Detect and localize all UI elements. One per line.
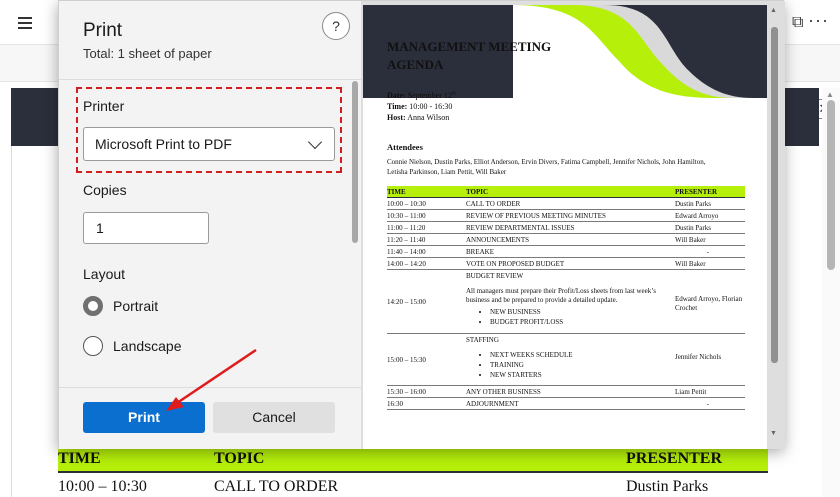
copies-label: Copies [83,182,127,198]
scroll-up-icon[interactable]: ▲ [826,90,834,99]
preview-attendees: Connie Nielson, Dustin Parks, Elliot And… [387,158,706,176]
preview-table-row: 11:20 – 11:40 ANNOUNCEMENTS Will Baker [387,234,745,246]
preview-cell-time: 14:20 – 15:00 [387,298,426,306]
preview-page: MANAGEMENT MEETING AGENDA Date: Septembe… [363,5,767,449]
preview-table-row: 11:00 – 11:20 REVIEW DEPARTMENTAL ISSUES D… [387,222,745,234]
preview-cell-presenter: - [706,400,709,408]
preview-scrollbar-thumb[interactable] [771,27,778,363]
preview-time: Time: 10:00 - 16:30 [387,102,453,111]
printer-select[interactable]: Microsoft Print to PDF [83,127,335,161]
preview-scroll-down-icon[interactable]: ▼ [770,430,777,437]
preview-cell-time: 11:00 – 11:20 [387,224,426,232]
preview-cell-presenter: Dustin Parks [675,224,711,232]
preview-cell-topic: REVIEW DEPARTMENTAL ISSUES [466,224,575,232]
preview-scroll-up-icon[interactable]: ▲ [770,7,777,14]
preview-bullet: NEW BUSINESS [490,307,671,317]
settings-scrollbar-thumb[interactable] [352,81,358,243]
landscape-radio[interactable] [83,336,103,356]
preview-title-line1: MANAGEMENT MEETING [387,39,552,54]
page-scrollbar[interactable]: ▲ [822,88,840,497]
print-preview: MANAGEMENT MEETING AGENDA Date: Septembe… [361,1,785,449]
page-scrollbar-thumb[interactable] [827,100,835,270]
more-icon[interactable]: ··· [808,10,829,31]
preview-cell-presenter: Edward Arroyo, Florian Crochet [675,295,743,312]
preview-table-row: 14:00 – 14:20 VOTE ON PROPOSED BUDGET Will… [387,258,745,270]
preview-title: MANAGEMENT MEETING AGENDA [387,38,587,74]
preview-table-row: 11:40 – 14:00 BREAKE - [387,246,745,258]
preview-cell-presenter: Will Baker [675,260,706,268]
preview-host: Host: Anna Wilson [387,113,450,122]
chevron-down-icon [307,134,323,150]
printer-select-value: Microsoft Print to PDF [95,136,232,152]
portrait-radio[interactable] [83,296,103,316]
preview-cell-presenter: Edward Arroyo [675,212,719,220]
preview-table-row: 14:20 – 15:00 BUDGET REVIEW All managers m… [387,270,745,334]
bg-header-topic: TOPIC [214,450,265,467]
preview-table-row: 15:30 – 16:00 ANY OTHER BUSINESS Liam Pett… [387,386,745,398]
preview-date: Date: September 12th [387,91,456,100]
preview-cell-time: 14:00 – 14:20 [387,260,426,268]
preview-table-header: TIME TOPIC PRESENTER [387,186,745,198]
preview-cell-topic: BREAKE [466,248,494,256]
preview-cell-topic: VOTE ON PROPOSED BUDGET [466,260,565,268]
preview-table-row: 10:30 – 11:00 REVIEW OF PREVIOUS MEETING … [387,210,745,222]
preview-cell-time: 15:30 – 16:00 [387,388,426,396]
preview-cell-topic: STAFFINGNEXT WEEKS SCHEDULETRAININGNEW S… [466,336,671,380]
list-icon[interactable] [18,17,34,29]
preview-cell-topic: REVIEW OF PREVIOUS MEETING MINUTES [466,212,606,220]
bg-cell-topic: CALL TO ORDER [214,478,339,495]
preview-cell-presenter: Liam Pettit [675,388,707,396]
preview-header-time: TIME [387,188,406,196]
divider [59,79,361,80]
printer-label: Printer [83,98,125,114]
preview-cell-time: 16:30 [387,400,403,408]
bg-header-presenter: PRESENTER [626,450,723,467]
bg-header-time: TIME [58,450,101,467]
preview-cell-presenter: Will Baker [675,236,706,244]
preview-cell-topic: ANY OTHER BUSINESS [466,388,541,396]
preview-cell-time: 11:40 – 14:00 [387,248,426,256]
bg-cell-time: 10:00 – 10:30 [58,478,147,495]
preview-cell-presenter: Dustin Parks [675,200,711,208]
dialog-title: Print [83,20,123,41]
preview-bullet: NEXT WEEKS SCHEDULE [490,350,671,360]
preview-attendees-heading: Attendees [387,142,423,152]
preview-bullet: BUDGET PROFIT/LOSS [490,317,671,327]
preview-table-row: 16:30 ADJOURNMENT - [387,398,745,410]
preview-title-line2: AGENDA [387,57,444,72]
preview-cell-time: 10:30 – 11:00 [387,212,426,220]
bg-cell-presenter: Dustin Parks [626,478,709,495]
preview-cell-topic: ANNOUNCEMENTS [466,236,529,244]
preview-cell-topic: ADJOURNMENT [466,400,519,408]
background-table-header: TIME TOPIC PRESENTER [58,449,768,473]
preview-cell-presenter: - [706,248,709,256]
preview-table-row: 10:00 – 10:30 CALL TO ORDER Dustin Parks [387,198,745,210]
preview-cell-time: 10:00 – 10:30 [387,200,426,208]
preview-cell-note: All managers must prepare their Profit/L… [466,287,656,304]
preview-cell-presenter: Jennifer Nichols [675,353,722,361]
help-button[interactable]: ? [322,12,350,40]
preview-table-row: 15:00 – 15:30 STAFFINGNEXT WEEKS SCHEDULE… [387,334,745,386]
dialog-subtitle: Total: 1 sheet of paper [83,46,212,61]
preview-header-topic: TOPIC [466,188,489,196]
preview-bullet: TRAINING [490,360,671,370]
preview-header-presenter: PRESENTER [675,188,718,196]
portrait-label[interactable]: Portrait [113,298,158,314]
annotation-arrow-icon [166,348,257,411]
preview-agenda-table: TIME TOPIC PRESENTER 10:00 – 10:30 CALL T… [387,186,745,410]
preview-bullet: NEW STARTERS [490,370,671,380]
preview-cell-topic: BUDGET REVIEW All managers must prepare t… [466,272,671,327]
preview-cell-time: 15:00 – 15:30 [387,356,426,364]
layout-label: Layout [83,266,126,282]
puzzle-icon[interactable]: ⧉ [792,14,803,32]
copies-input[interactable]: 1 [83,212,209,244]
preview-cell-time: 11:20 – 11:40 [387,236,426,244]
preview-cell-topic: CALL TO ORDER [466,200,521,208]
